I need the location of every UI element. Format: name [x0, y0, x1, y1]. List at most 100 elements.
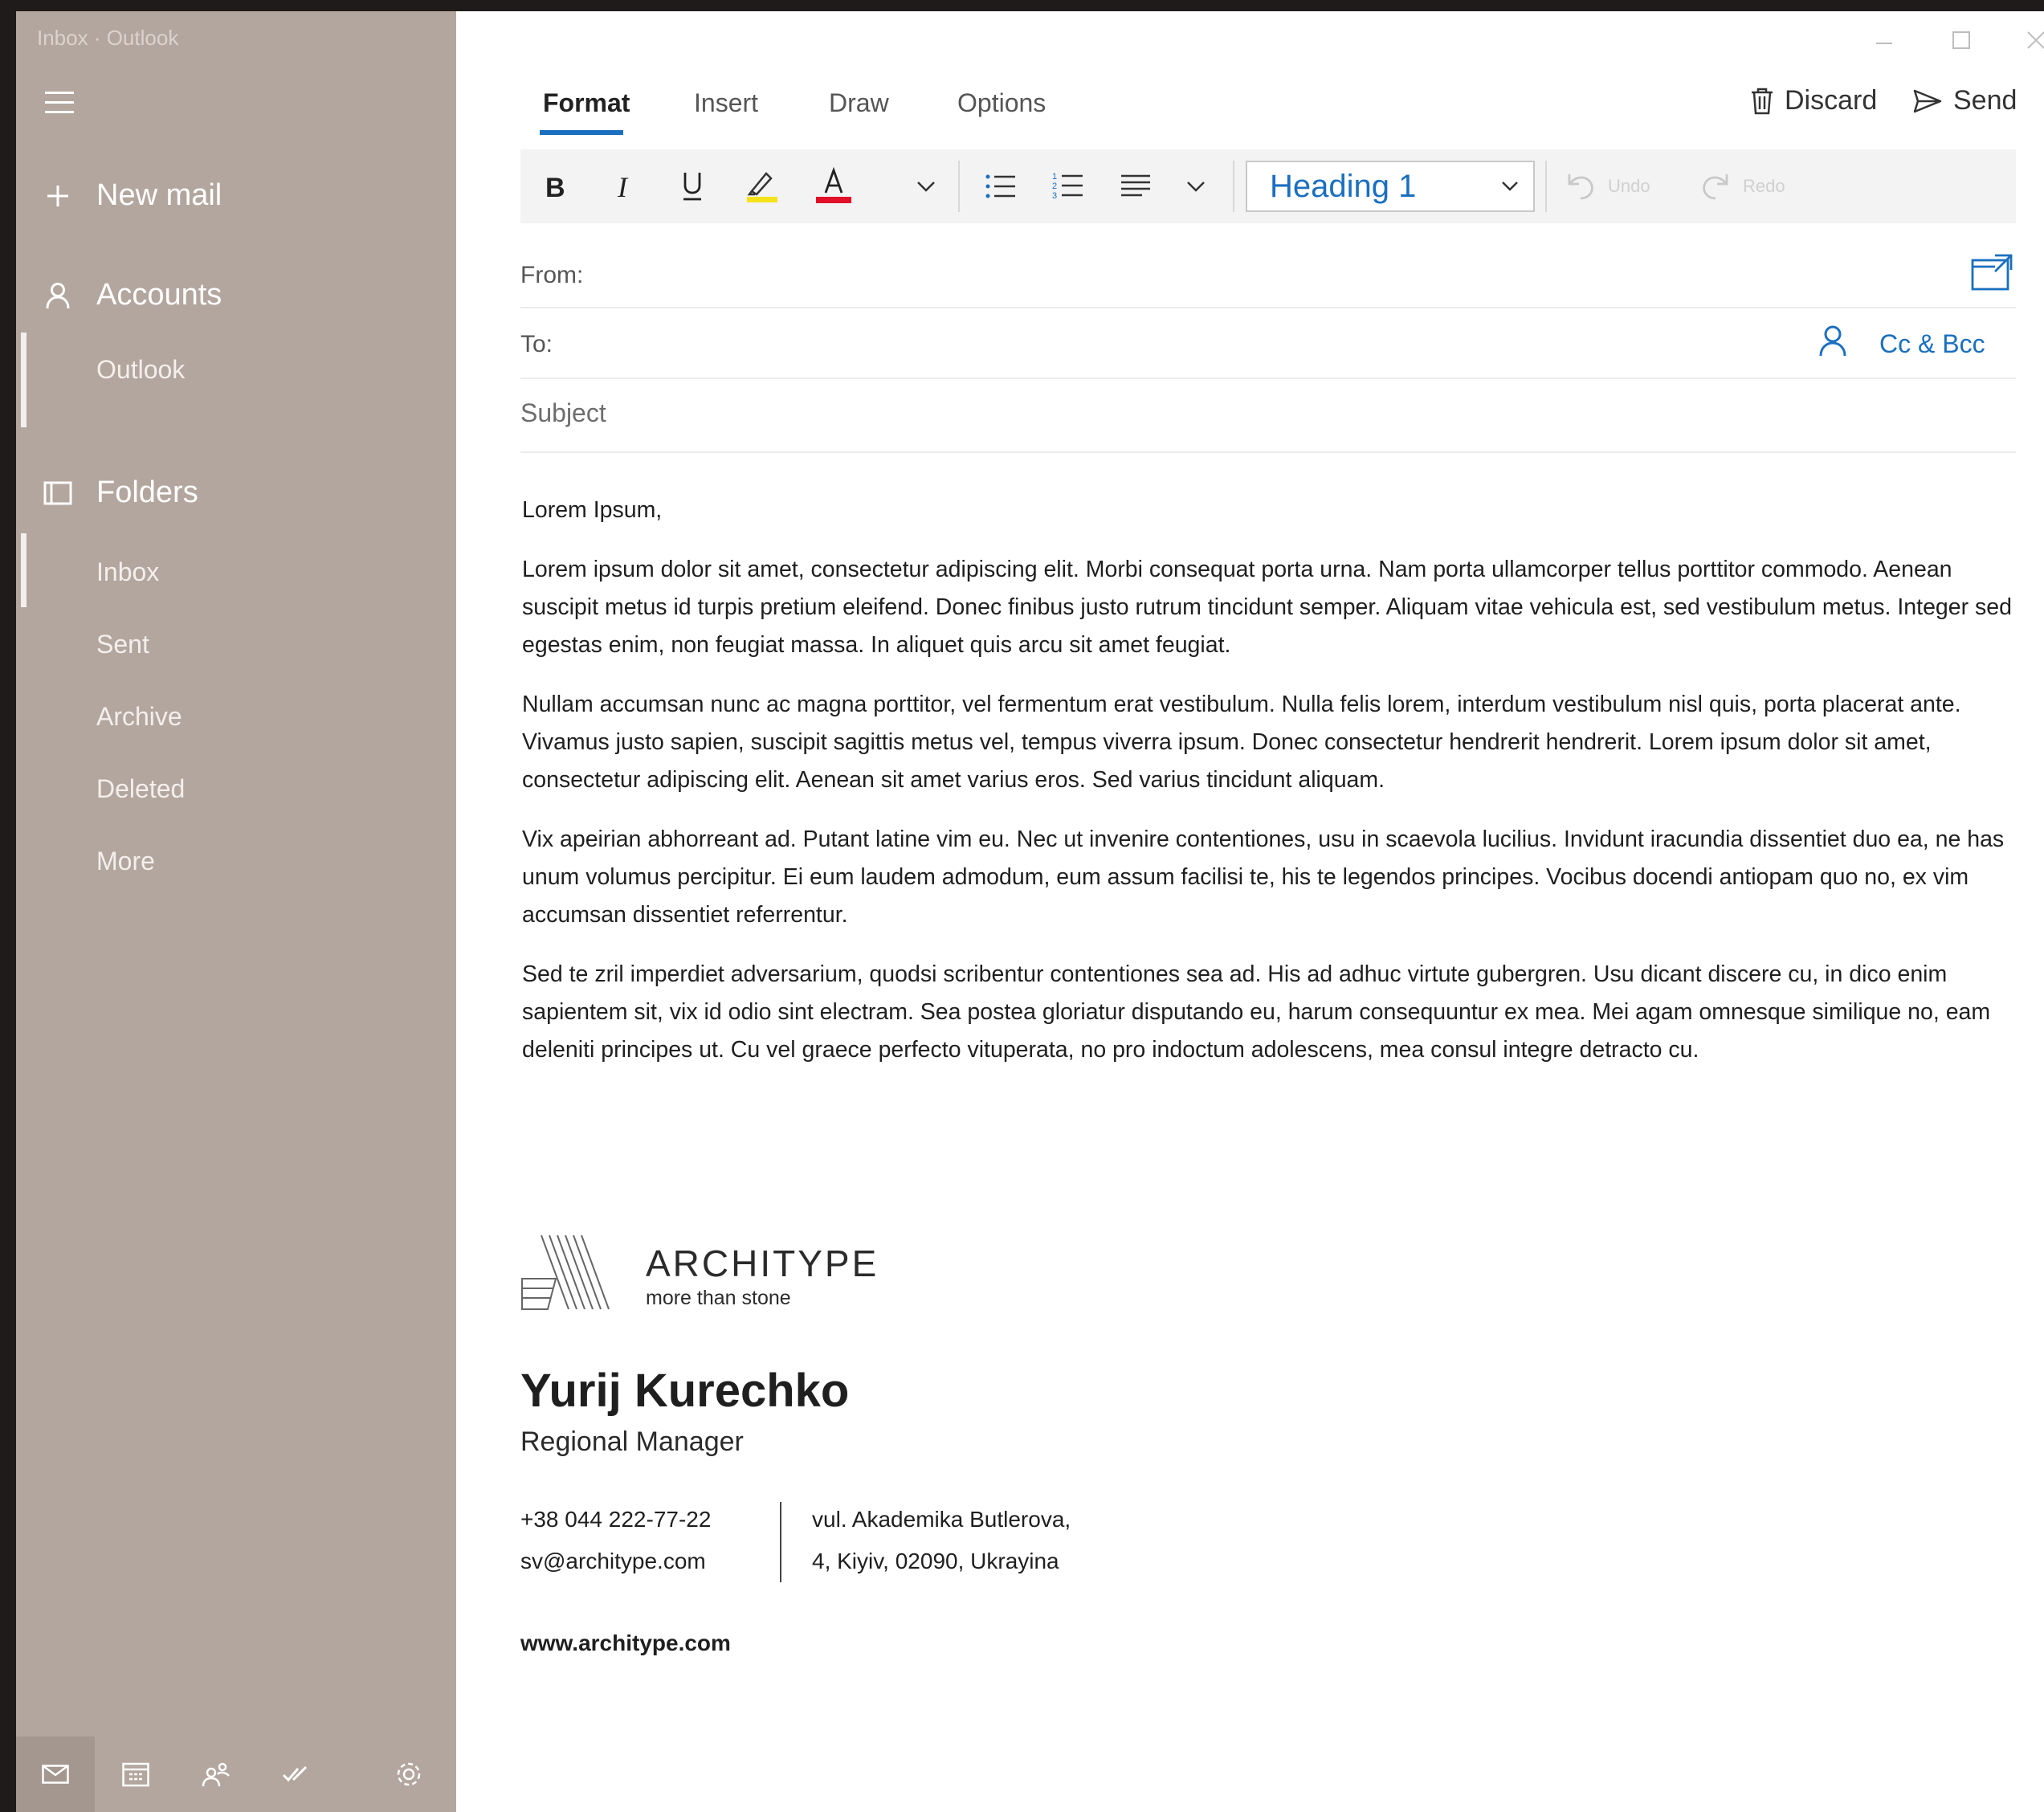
undo-button[interactable]: Undo: [1565, 149, 1650, 223]
paragraph-style-value: Heading 1: [1270, 168, 1417, 204]
subject-placeholder: Subject: [520, 398, 606, 427]
redo-icon: [1703, 174, 1728, 200]
discard-label: Discard: [1785, 85, 1878, 116]
folder-selection-indicator: [21, 533, 27, 607]
bullet-list-button[interactable]: [969, 149, 1033, 223]
accounts-header[interactable]: Accounts: [40, 278, 222, 312]
svg-text:I: I: [617, 173, 629, 200]
send-button[interactable]: Send: [1913, 85, 2017, 116]
subject-field[interactable]: Subject: [520, 379, 2016, 453]
bullet-list-icon: [985, 174, 1015, 198]
chevron-down-icon: [1502, 182, 1518, 191]
popout-icon[interactable]: [1971, 254, 2013, 295]
align-left-icon: [1121, 174, 1150, 197]
new-mail-label: New mail: [96, 178, 222, 212]
window-title: Inbox · Outlook: [37, 26, 179, 50]
message-body[interactable]: Lorem Ipsum, Lorem ipsum dolor sit amet,…: [522, 492, 2020, 1091]
new-mail-button[interactable]: New mail: [40, 178, 222, 213]
greeting: Lorem Ipsum,: [522, 497, 663, 523]
calendar-icon[interactable]: [96, 1736, 175, 1812]
folder-item-inbox[interactable]: Inbox: [96, 557, 159, 587]
send-label: Send: [1953, 85, 2017, 116]
to-field[interactable]: To: Cc & Bcc: [520, 308, 2016, 379]
folder-item-archive[interactable]: Archive: [96, 702, 182, 732]
align-button[interactable]: [1104, 149, 1168, 223]
hamburger-menu-icon[interactable]: [45, 92, 74, 114]
ribbon-separator: [1233, 161, 1234, 212]
cc-bcc-button[interactable]: Cc & Bcc: [1879, 329, 1985, 359]
account-item-outlook[interactable]: Outlook: [96, 355, 185, 385]
redo-button[interactable]: Redo: [1699, 149, 1785, 223]
folder-item-deleted[interactable]: Deleted: [96, 774, 185, 804]
account-selection-indicator: [21, 333, 27, 427]
architype-logo-icon: [520, 1232, 614, 1316]
font-color-button[interactable]: [797, 149, 871, 223]
undo-label: Undo: [1608, 176, 1650, 196]
contact-picker-icon[interactable]: [1819, 324, 1846, 361]
account-item-label: Outlook: [96, 355, 186, 384]
plus-icon: [40, 184, 75, 208]
signature-website[interactable]: www.architype.com: [520, 1630, 731, 1656]
signature-address-line1: vul. Akademika Butlerova,: [812, 1507, 1071, 1532]
numbered-list-button[interactable]: 123: [1036, 149, 1100, 223]
italic-icon: I: [617, 173, 629, 200]
mail-icon[interactable]: [16, 1736, 95, 1812]
folder-item-label: Inbox: [96, 557, 160, 586]
paragraph-options-dropdown[interactable]: [1176, 149, 1216, 223]
svg-text:1: 1: [1052, 172, 1057, 182]
signature-role: Regional Manager: [520, 1426, 744, 1457]
ribbon-separator: [1545, 161, 1547, 212]
folder-item-more[interactable]: More: [96, 847, 155, 876]
svg-text:3: 3: [1052, 191, 1057, 201]
redo-label: Redo: [1743, 176, 1785, 196]
font-options-dropdown[interactable]: [906, 149, 946, 223]
paragraph-style-select[interactable]: Heading 1: [1246, 161, 1535, 212]
svg-text:B: B: [545, 173, 565, 200]
underline-button[interactable]: [659, 149, 726, 223]
person-icon: [40, 282, 75, 309]
numbered-list-icon: 123: [1052, 172, 1083, 201]
tab-insert[interactable]: Insert: [694, 88, 758, 118]
to-label: To:: [520, 331, 553, 357]
folder-item-sent[interactable]: Sent: [96, 630, 149, 659]
discard-button[interactable]: Discard: [1751, 85, 1877, 116]
body-paragraph: Nullam accumsan nunc ac magna porttitor,…: [522, 692, 1961, 793]
folders-header[interactable]: Folders: [40, 475, 198, 510]
todo-icon[interactable]: [257, 1736, 336, 1812]
from-field[interactable]: From:: [520, 249, 2016, 308]
maximize-icon[interactable]: [1952, 29, 1971, 56]
brand-tagline: more than stone: [646, 1287, 791, 1309]
body-paragraph: Sed te zril imperdiet adversarium, quods…: [522, 961, 1991, 1063]
tab-draw[interactable]: Draw: [829, 88, 889, 118]
ribbon-separator: [958, 161, 960, 212]
minimize-icon[interactable]: [1875, 29, 1894, 56]
folder-item-label: More: [96, 847, 155, 875]
format-ribbon: B I 123 Heading 1 Undo Redo: [520, 149, 2016, 223]
app-switcher-bar: [16, 1736, 456, 1812]
active-tab-underline: [540, 130, 623, 135]
undo-icon: [1568, 174, 1593, 200]
font-color-icon: [816, 167, 851, 203]
folder-item-label: Deleted: [96, 774, 186, 803]
people-icon[interactable]: [177, 1736, 255, 1812]
folder-item-label: Archive: [96, 702, 182, 731]
settings-icon[interactable]: [369, 1736, 448, 1812]
folder-icon: [40, 481, 75, 505]
folder-item-label: Sent: [96, 630, 149, 659]
chevron-down-icon: [1187, 182, 1205, 192]
bold-icon: B: [545, 173, 565, 200]
accounts-label: Accounts: [96, 278, 222, 312]
from-label: From:: [520, 262, 584, 288]
close-icon[interactable]: [2026, 29, 2044, 56]
chevron-down-icon: [917, 182, 935, 192]
tab-options[interactable]: Options: [957, 88, 1046, 118]
tab-format[interactable]: Format: [543, 88, 630, 118]
svg-text:2: 2: [1052, 182, 1057, 191]
bold-button[interactable]: B: [520, 149, 588, 223]
trash-icon: [1752, 88, 1773, 114]
signature-email[interactable]: sv@architype.com: [520, 1549, 706, 1574]
italic-button[interactable]: I: [590, 149, 657, 223]
signature-name: Yurij Kurechko: [520, 1365, 850, 1417]
highlight-button[interactable]: [728, 149, 795, 223]
folders-label: Folders: [96, 475, 198, 509]
